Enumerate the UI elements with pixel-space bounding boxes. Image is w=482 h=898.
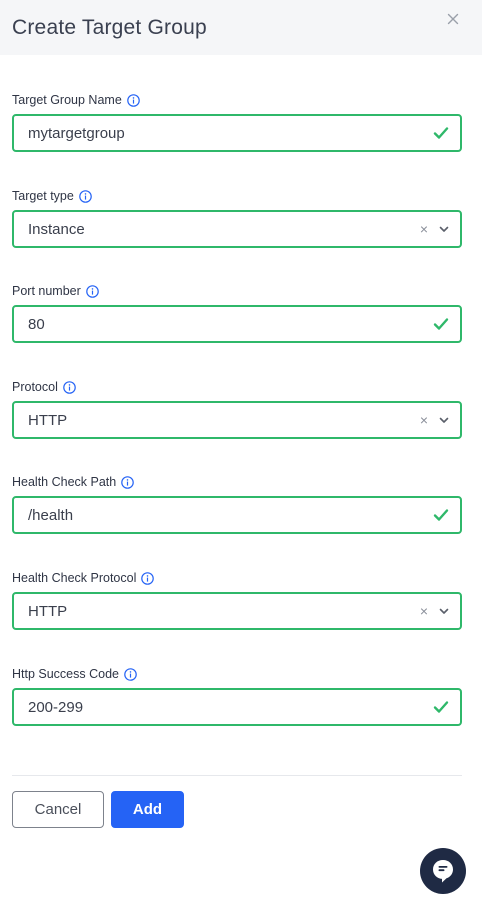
close-icon[interactable] [444, 10, 462, 28]
clear-icon[interactable]: × [420, 604, 428, 618]
input-value: mytargetgroup [28, 124, 125, 142]
info-icon[interactable] [121, 475, 135, 489]
footer-divider [12, 775, 462, 776]
select-value: HTTP [28, 602, 68, 620]
health-check-path-input[interactable]: /health [12, 496, 462, 534]
field-health-check-path: Health Check Path /health [12, 473, 462, 534]
field-label: Target Group Name [12, 93, 122, 107]
field-target-group-name: Target Group Name mytargetgroup [12, 91, 462, 152]
field-http-success-code: Http Success Code 200-299 [12, 665, 462, 726]
field-protocol: Protocol HTTP × [12, 378, 462, 439]
info-icon[interactable] [124, 667, 137, 681]
clear-icon[interactable]: × [420, 413, 428, 427]
add-button[interactable]: Add [111, 791, 184, 828]
input-value: 200-299 [28, 698, 84, 716]
chevron-down-icon[interactable] [438, 414, 450, 426]
check-icon [432, 506, 450, 524]
modal-title: Create Target Group [12, 15, 207, 39]
protocol-select[interactable]: HTTP × [12, 401, 462, 439]
info-icon[interactable] [85, 284, 99, 298]
target-group-name-input[interactable]: mytargetgroup [12, 114, 462, 152]
http-success-code-input[interactable]: 200-299 [12, 688, 462, 726]
health-check-protocol-select[interactable]: HTTP × [12, 592, 462, 630]
check-icon [432, 315, 450, 333]
field-label: Http Success Code [12, 667, 119, 681]
field-label: Health Check Protocol [12, 571, 137, 585]
select-value: Instance [28, 220, 85, 238]
info-icon[interactable] [141, 571, 155, 585]
field-port-number: Port number 80 [12, 282, 462, 343]
modal-header: Create Target Group [0, 0, 482, 55]
field-label: Port number [12, 284, 81, 298]
target-type-select[interactable]: Instance × [12, 210, 462, 248]
info-icon[interactable] [126, 93, 140, 107]
field-label: Health Check Path [12, 475, 117, 489]
select-value: HTTP [28, 411, 68, 429]
chevron-down-icon[interactable] [438, 223, 450, 235]
info-icon[interactable] [79, 189, 92, 203]
input-value: /health [28, 506, 74, 524]
port-number-input[interactable]: 80 [12, 305, 462, 343]
clear-icon[interactable]: × [420, 222, 428, 236]
check-icon [432, 124, 450, 142]
cancel-button[interactable]: Cancel [12, 791, 104, 828]
field-label: Protocol [12, 380, 58, 394]
info-icon[interactable] [63, 380, 76, 394]
check-icon [432, 698, 450, 716]
chat-icon[interactable] [420, 848, 466, 894]
input-value: 80 [28, 315, 45, 333]
field-label: Target type [12, 189, 74, 203]
field-health-check-protocol: Health Check Protocol HTTP × [12, 569, 462, 630]
chevron-down-icon[interactable] [438, 605, 450, 617]
field-target-type: Target type Instance × [12, 187, 462, 248]
